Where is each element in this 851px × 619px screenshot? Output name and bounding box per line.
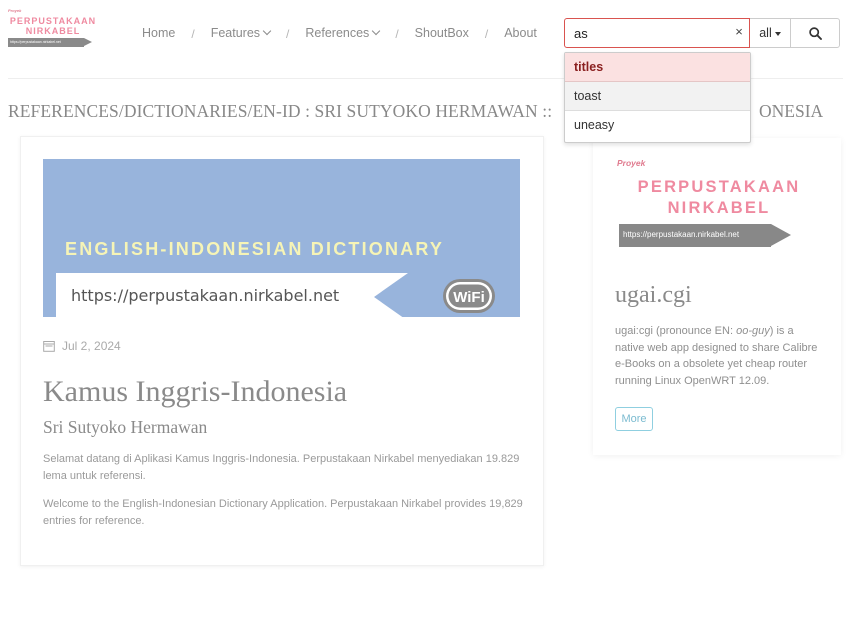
nav-references-label: References	[305, 26, 370, 40]
search-suggestions: titles toast uneasy	[564, 52, 751, 143]
ugai-title: ugai.cgi	[615, 282, 692, 308]
ugai-card: Proyek PERPUSTAKAAN NIRKABEL https://per…	[593, 138, 841, 455]
search-input[interactable]	[564, 18, 750, 48]
banner-url: https://perpustakaan.nirkabel.net	[71, 286, 340, 305]
side-logo-url: https://perpustakaan.nirkabel.net	[619, 224, 771, 247]
nav-shoutbox[interactable]: ShoutBox	[415, 26, 469, 40]
wifi-badge-text: WiFi	[453, 289, 485, 306]
nav-about[interactable]: About	[504, 26, 537, 40]
caret-down-icon	[774, 32, 781, 36]
more-button[interactable]: More	[615, 407, 653, 431]
intro-indonesian: Selamat datang di Aplikasi Kamus Inggris…	[43, 453, 520, 482]
logo-url-arrow	[84, 38, 92, 46]
suggestion-item[interactable]: uneasy	[565, 111, 750, 140]
logo-name-line1: PERPUSTAKAAN	[9, 16, 97, 26]
side-logo-arrow	[771, 224, 791, 246]
nav-home[interactable]: Home	[142, 26, 175, 40]
search-icon	[808, 26, 822, 40]
ugai-description: ugai:cgi (pronounce EN: oo-guy) is a nat…	[615, 323, 825, 389]
side-logo-proyek: Proyek	[617, 158, 646, 168]
nav-separator: /	[191, 27, 195, 41]
dictionary-card: ENGLISH-INDONESIAN DICTIONARY https://pe…	[20, 136, 544, 566]
site-logo[interactable]: Proyek PERPUSTAKAAN NIRKABEL https://per…	[8, 8, 100, 50]
logo-proyek-text: Proyek	[8, 8, 22, 13]
nav-references[interactable]: References	[305, 26, 381, 40]
intro-english: Welcome to the English-Indonesian Dictio…	[43, 498, 523, 527]
wifi-badge-icon: WiFi	[443, 279, 495, 313]
search-bar: × all	[564, 18, 840, 48]
logo-url: https://perpustakaan.nirkabel.net	[8, 38, 84, 47]
logo-name-line2: NIRKABEL	[25, 26, 81, 36]
page-title-tail: ONESIA	[759, 101, 824, 121]
clear-search-icon[interactable]: ×	[732, 25, 746, 39]
chevron-down-icon	[262, 26, 272, 36]
post-date-text: Jul 2, 2024	[62, 339, 121, 353]
search-button[interactable]	[790, 18, 840, 48]
side-logo-line2: NIRKABEL	[667, 199, 771, 217]
search-scope-dropdown[interactable]: all	[750, 18, 791, 48]
dictionary-author: Sri Sutyoko Hermawan	[43, 417, 208, 437]
chevron-down-icon	[372, 26, 381, 36]
dictionary-banner[interactable]: ENGLISH-INDONESIAN DICTIONARY https://pe…	[43, 159, 520, 317]
suggestion-item[interactable]: toast	[565, 82, 750, 111]
ugai-desc-prefix: ugai:cgi (pronounce EN:	[615, 325, 737, 337]
calendar-icon	[43, 341, 55, 352]
search-scope-label: all	[759, 26, 772, 40]
main-nav: Home / Features / References / ShoutBox …	[142, 25, 537, 41]
nav-separator: /	[484, 27, 489, 41]
banner-title: ENGLISH-INDONESIAN DICTIONARY	[65, 239, 445, 259]
nav-features-label: Features	[210, 26, 261, 40]
nav-separator: /	[286, 27, 290, 41]
nav-separator: /	[395, 27, 399, 41]
nav-features[interactable]: Features	[210, 26, 272, 40]
suggestion-item[interactable]: titles	[565, 53, 750, 82]
dictionary-title[interactable]: Kamus Inggris-Indonesia	[43, 375, 347, 409]
post-date: Jul 2, 2024	[43, 339, 121, 353]
side-logo-line1: PERPUSTAKAAN	[637, 178, 801, 196]
side-logo: Proyek PERPUSTAKAAN NIRKABEL https://per…	[617, 156, 827, 252]
page-title-text: REFERENCES/DICTIONARIES/EN-ID : SRI SUTY…	[8, 101, 553, 121]
page-title: REFERENCES/DICTIONARIES/EN-ID : SRI SUTY…	[8, 101, 552, 122]
ugai-desc-pronounce: oo-guy	[736, 325, 770, 337]
